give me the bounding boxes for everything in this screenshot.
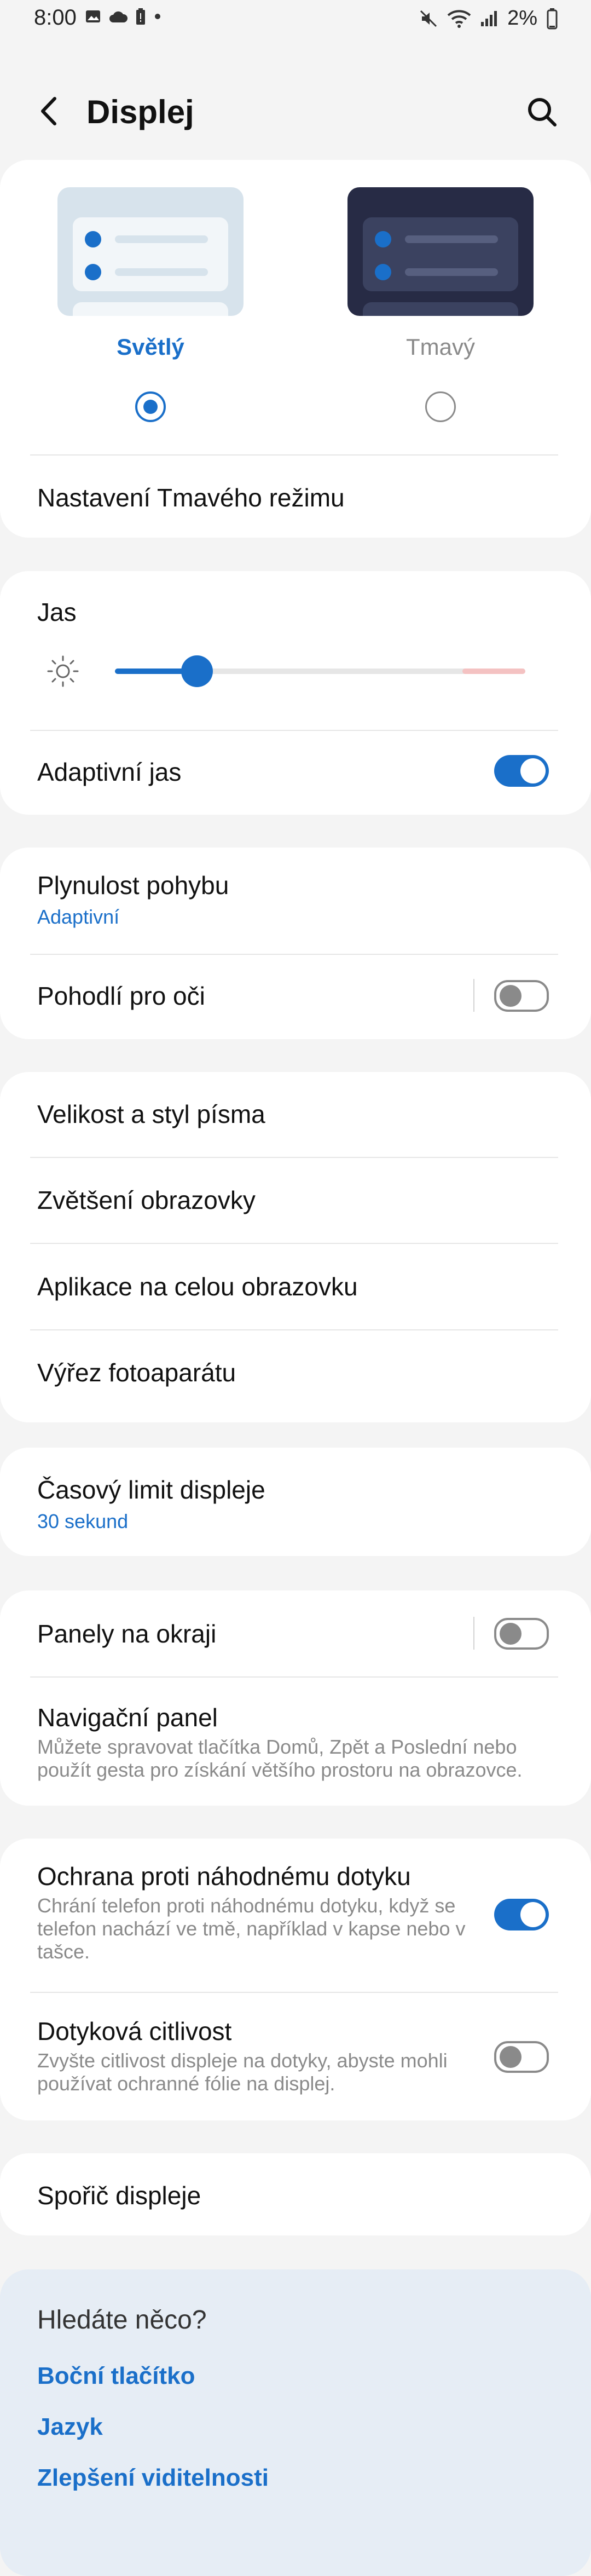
panels-card: Panely na okraji Navigační panel Můžete … bbox=[0, 1590, 591, 1806]
accidental-touch-toggle[interactable] bbox=[494, 1899, 549, 1930]
eye-comfort-toggle[interactable] bbox=[494, 980, 549, 1012]
battery-percent: 2% bbox=[507, 7, 537, 30]
back-arrow-icon bbox=[41, 97, 56, 125]
motion-smoothness-item[interactable]: Plynulost pohybu Adaptivní bbox=[37, 871, 558, 929]
screensaver-item: Spořič displeje bbox=[37, 2181, 558, 2210]
slider-thumb[interactable] bbox=[181, 655, 213, 687]
mute-icon bbox=[420, 10, 437, 27]
screensaver-card[interactable]: Spořič displeje bbox=[0, 2153, 591, 2235]
brightness-title-row: Jas bbox=[37, 597, 558, 627]
dark-theme-label: Tmavý bbox=[406, 334, 475, 360]
light-theme-label: Světlý bbox=[117, 334, 184, 360]
navigation-bar-title: Navigační panel bbox=[37, 1703, 218, 1732]
divider bbox=[30, 1329, 558, 1330]
battery-alert-icon bbox=[136, 8, 145, 25]
screen-timeout-title: Časový limit displeje bbox=[37, 1476, 265, 1504]
camera-cutout-label: Výřez fotoaparátu bbox=[37, 1358, 236, 1387]
screen-zoom-label: Zvětšení obrazovky bbox=[37, 1186, 256, 1214]
screen-zoom-item[interactable]: Zvětšení obrazovky bbox=[37, 1185, 558, 1215]
divider bbox=[30, 954, 558, 955]
gallery-icon bbox=[86, 10, 100, 22]
dark-mode-settings-label: Nastavení Tmavého režimu bbox=[37, 483, 345, 512]
dark-mode-settings-item[interactable]: Nastavení Tmavého režimu bbox=[37, 483, 558, 512]
dot-icon bbox=[155, 14, 160, 19]
page-title: Displej bbox=[86, 94, 194, 130]
notification-icons bbox=[85, 8, 161, 25]
touch-sensitivity-title: Dotyková citlivost bbox=[37, 2017, 232, 2045]
theme-card: Světlý Tmavý Nastavení Tmavého režimu bbox=[0, 160, 591, 538]
adaptive-brightness-label: Adaptivní jas bbox=[37, 758, 182, 786]
divider bbox=[30, 730, 558, 731]
wifi-icon bbox=[447, 9, 471, 28]
motion-smoothness-value: Adaptivní bbox=[37, 906, 120, 928]
screen-timeout-item: Časový limit displeje 30 sekund bbox=[37, 1475, 558, 1533]
slider-high-zone bbox=[462, 669, 525, 674]
fullscreen-apps-label: Aplikace na celou obrazovku bbox=[37, 1272, 358, 1301]
adaptive-brightness-item[interactable]: Adaptivní jas bbox=[37, 757, 558, 787]
touch-sensitivity-toggle[interactable] bbox=[494, 2041, 549, 2073]
light-theme-preview[interactable] bbox=[57, 187, 244, 316]
brightness-sun-icon bbox=[47, 655, 79, 687]
separator bbox=[473, 979, 474, 1012]
status-time: 8:00 bbox=[34, 5, 77, 30]
light-theme-radio[interactable] bbox=[135, 391, 166, 422]
suggestion-visibility-link[interactable]: Zlepšení viditelnosti bbox=[37, 2464, 269, 2492]
suggestion-side-button-link[interactable]: Boční tlačítko bbox=[37, 2362, 195, 2390]
search-button[interactable] bbox=[522, 92, 564, 134]
back-button[interactable] bbox=[32, 92, 70, 130]
motion-smoothness-title: Plynulost pohybu bbox=[37, 871, 229, 900]
app-header: Displej bbox=[0, 82, 591, 142]
brightness-slider[interactable] bbox=[115, 653, 525, 689]
motion-card: Plynulost pohybu Adaptivní Pohodlí pro o… bbox=[0, 848, 591, 1039]
adaptive-brightness-toggle[interactable] bbox=[494, 755, 549, 787]
suggestion-language-link[interactable]: Jazyk bbox=[37, 2413, 103, 2441]
suggestions-title: Hledáte něco? bbox=[37, 2306, 207, 2335]
font-size-style-label: Velikost a styl písma bbox=[37, 1100, 265, 1128]
separator bbox=[473, 1617, 474, 1650]
fullscreen-apps-item[interactable]: Aplikace na celou obrazovku bbox=[37, 1272, 558, 1301]
signal-icon bbox=[481, 10, 497, 26]
touch-sensitivity-item[interactable]: Dotyková citlivost Zvyšte citlivost disp… bbox=[37, 2016, 503, 2095]
dark-theme-preview[interactable] bbox=[347, 187, 534, 316]
divider bbox=[30, 1157, 558, 1158]
accidental-touch-desc: Chrání telefon proti náhodnému dotyku, k… bbox=[37, 1894, 466, 1963]
status-bar: 8:00 2% bbox=[0, 0, 591, 44]
screen-timeout-card[interactable]: Časový limit displeje 30 sekund bbox=[0, 1448, 591, 1556]
suggestions-card: Hledáte něco? Boční tlačítko Jazyk Zlepš… bbox=[0, 2269, 591, 2576]
eye-comfort-item[interactable]: Pohodlí pro oči bbox=[37, 981, 558, 1011]
screen-timeout-value: 30 sekund bbox=[37, 1510, 129, 1532]
navigation-bar-item[interactable]: Navigační panel Můžete spravovat tlačítk… bbox=[37, 1703, 558, 1782]
eye-comfort-label: Pohodlí pro oči bbox=[37, 982, 205, 1010]
accidental-touch-item[interactable]: Ochrana proti náhodnému dotyku Chrání te… bbox=[37, 1862, 503, 1963]
edge-panels-item[interactable]: Panely na okraji bbox=[37, 1619, 558, 1649]
search-icon bbox=[528, 98, 557, 126]
divider bbox=[30, 1992, 558, 1993]
screensaver-label: Spořič displeje bbox=[37, 2181, 201, 2210]
display-options-card: Velikost a styl písma Zvětšení obrazovky… bbox=[0, 1072, 591, 1422]
edge-panels-toggle[interactable] bbox=[494, 1618, 549, 1650]
font-size-style-item[interactable]: Velikost a styl písma bbox=[37, 1099, 558, 1129]
brightness-title: Jas bbox=[37, 598, 77, 626]
accidental-touch-title: Ochrana proti náhodnému dotyku bbox=[37, 1862, 411, 1891]
navigation-bar-desc: Můžete spravovat tlačítka Domů, Zpět a P… bbox=[37, 1736, 523, 1781]
divider bbox=[30, 1243, 558, 1244]
battery-icon bbox=[547, 8, 558, 29]
divider bbox=[30, 454, 558, 456]
touch-sensitivity-desc: Zvyšte citlivost displeje na dotyky, aby… bbox=[37, 2049, 448, 2095]
camera-cutout-item[interactable]: Výřez fotoaparátu bbox=[37, 1358, 558, 1387]
cloud-icon bbox=[109, 11, 128, 22]
brightness-card: Jas Adaptivní jas bbox=[0, 571, 591, 815]
edge-panels-label: Panely na okraji bbox=[37, 1620, 217, 1648]
dark-theme-radio[interactable] bbox=[425, 391, 456, 422]
divider bbox=[30, 1676, 558, 1678]
touch-card: Ochrana proti náhodnému dotyku Chrání te… bbox=[0, 1839, 591, 2120]
